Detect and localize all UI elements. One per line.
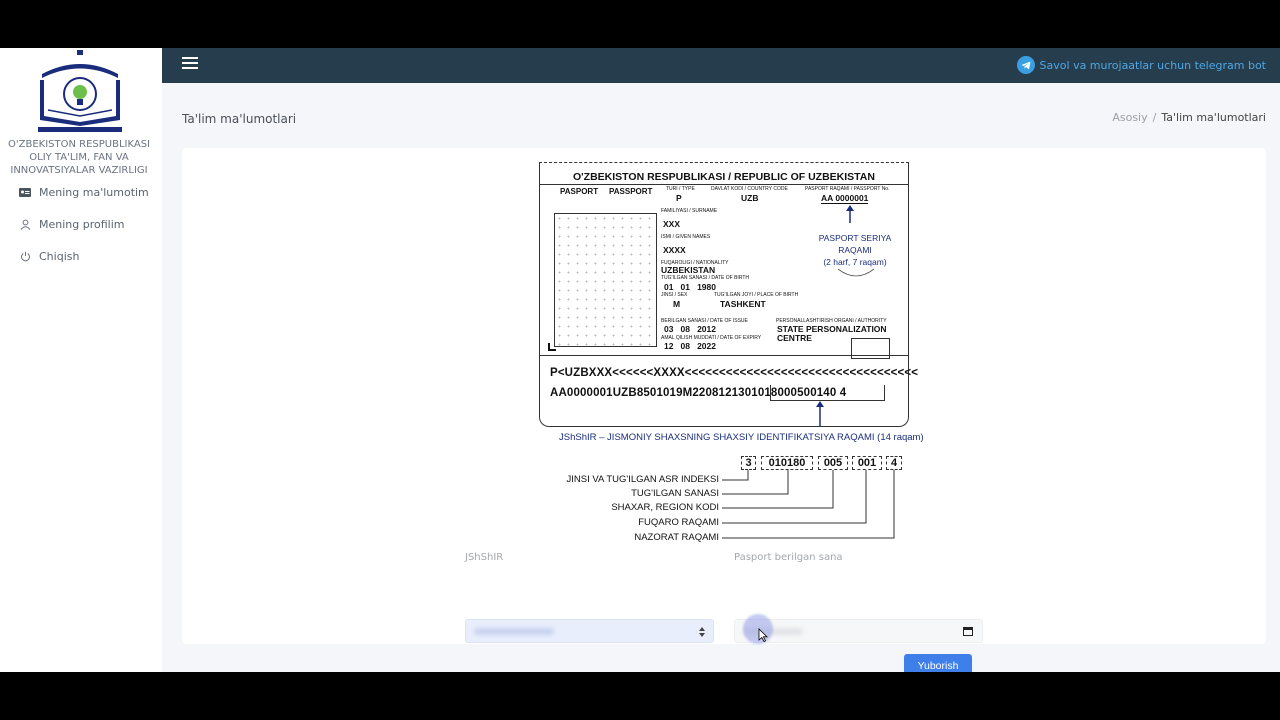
select-arrows-icon: [699, 627, 705, 637]
sidebar-item-label: Chiqish: [39, 249, 80, 263]
legend-item: SHAXAR, REGION KODI: [611, 502, 719, 513]
passport-title: O'ZBEKISTON RESPUBLIKASI / REPUBLIC OF U…: [573, 171, 875, 183]
passport-number-label: PASPORT RAQAMI / PASSPORT No.: [805, 186, 890, 192]
passport-word-uz: PASPORT: [560, 187, 599, 196]
series-note-line2: RAQAMI: [838, 245, 872, 255]
jshshir-caption: JShShIR – JISMONIY SHAXSNING SHAXSIY IDE…: [559, 432, 924, 443]
passport-divider: [540, 355, 908, 356]
arrow-up-icon: [816, 401, 824, 427]
series-note-line3: (2 harf, 7 raqam): [823, 257, 887, 267]
telegram-bot-link[interactable]: Savol va murojaatlar uchun telegram bot: [1016, 55, 1266, 75]
page-title: Ta'lim ma'lumotlari: [182, 112, 297, 126]
legend-item: FUQARO RAQAMI: [638, 517, 719, 528]
surname-value: XXX: [663, 219, 681, 229]
series-note-line1: PASPORT SERIYA: [818, 233, 892, 243]
authority-value-line2: CENTRE: [777, 333, 812, 343]
passport-country-label: DAVLAT KODI / COUNTRY CODE: [711, 186, 788, 192]
sidebar-item-my-profile[interactable]: Mening profilim: [18, 214, 125, 234]
passport-type-label: TURI / TYPE: [666, 186, 695, 192]
submit-button[interactable]: Yuborish: [904, 654, 972, 672]
sidebar-item-label: Mening profilim: [39, 217, 125, 231]
mouse-cursor-icon: [758, 628, 768, 642]
user-icon: [18, 217, 32, 231]
passport-corner-mark: [548, 343, 556, 351]
mrz-line-1: P<UZBXXX<<<<<<XXXX<<<<<<<<<<<<<<<<<<<<<<…: [550, 367, 919, 379]
passport-number-value: AA 0000001: [821, 193, 869, 204]
organization-name: O'ZBEKISTON RESPUBLIKASI OLIY TA'LIM, FA…: [0, 138, 158, 177]
mrz-highlight-box: [770, 385, 885, 401]
id-card-icon: [18, 185, 32, 199]
passport-country-value: UZB: [741, 193, 759, 203]
calendar-icon[interactable]: [963, 626, 973, 636]
sex-label: JINSI / SEX: [661, 292, 688, 298]
legend-item: JINSI VA TUG'ILGAN ASR INDEKSI: [566, 474, 719, 485]
curve-mark: [837, 268, 875, 277]
sidebar-item-my-info[interactable]: Mening ma'lumotim: [18, 182, 149, 202]
passport-type-value: P: [676, 193, 682, 203]
passport-word-en: PASSPORT: [609, 187, 653, 196]
sidebar: O'ZBEKISTON RESPUBLIKASI OLIY TA'LIM, FA…: [0, 48, 162, 672]
place-of-birth-value: TASHKENT: [720, 299, 766, 309]
breadcrumb-home-link[interactable]: Asosiy: [1112, 111, 1147, 124]
sex-value: M: [673, 299, 681, 309]
hamburger-menu-icon[interactable]: [182, 57, 198, 71]
legend-connector-lines: [722, 470, 895, 539]
legend-item: NAZORAT RAQAMI: [634, 532, 719, 543]
passport-photo-placeholder: [554, 213, 657, 347]
date-of-expiry-value: 12 08 2022: [664, 341, 716, 351]
passport-sample-image: O'ZBEKISTON RESPUBLIKASI / REPUBLIC OF U…: [539, 162, 918, 427]
jshshir-field-label: JShShIR: [465, 552, 504, 563]
passport-date-field-label: Pasport berilgan sana: [734, 552, 843, 563]
top-navbar: Savol va murojaatlar uchun telegram bot: [162, 48, 1280, 83]
blurred-value: [474, 628, 554, 635]
legend-item: TUG'ILGAN SANASI: [631, 488, 719, 499]
screen: O'ZBEKISTON RESPUBLIKASI OLIY TA'LIM, FA…: [0, 48, 1280, 672]
nationality-value: UZBEKISTAN: [661, 265, 716, 275]
jshshir-segment: 4: [886, 456, 902, 470]
jshshir-segment: 001: [852, 456, 882, 470]
power-icon: [18, 249, 32, 263]
given-names-value: XXXX: [663, 245, 686, 255]
sidebar-item-logout[interactable]: Chiqish: [18, 246, 79, 266]
date-of-birth-value: 01 01 1980: [664, 282, 716, 292]
org-name-line: INNOVATSIYALAR VAZIRLIGI: [10, 165, 148, 176]
surname-label: FAMILIYASI / SURNAME: [661, 208, 718, 214]
given-names-label: ISMI / GIVEN NAMES: [661, 234, 711, 240]
telegram-icon: [1016, 56, 1035, 74]
sidebar-item-label: Mening ma'lumotim: [39, 185, 149, 199]
jshshir-select[interactable]: [465, 619, 714, 643]
arrow-up-icon: [846, 205, 854, 223]
place-of-birth-label: TUG'ILGAN JOYI / PLACE OF BIRTH: [714, 292, 799, 298]
breadcrumb-separator: /: [1152, 111, 1157, 124]
passport-divider: [540, 184, 908, 185]
org-name-line: OLIY TA'LIM, FAN VA: [29, 152, 129, 163]
content-card: O'ZBEKISTON RESPUBLIKASI / REPUBLIC OF U…: [182, 148, 1266, 672]
date-of-birth-label: TUG'ILGAN SANASI / DATE OF BIRTH: [661, 275, 750, 281]
jshshir-segment: 010180: [761, 456, 813, 470]
jshshir-segment: 3: [741, 456, 756, 470]
breadcrumb-current: Ta'lim ma'lumotlari: [1161, 111, 1266, 124]
org-name-line: O'ZBEKISTON RESPUBLIKASI: [7, 139, 150, 150]
ministry-logo: [38, 50, 122, 132]
date-of-issue-value: 03 08 2012: [664, 324, 716, 334]
breadcrumb: Asosiy / Ta'lim ma'lumotlari: [1112, 111, 1266, 124]
jshshir-segment: 005: [818, 456, 848, 470]
telegram-link-label: Savol va murojaatlar uchun telegram bot: [1039, 58, 1266, 72]
